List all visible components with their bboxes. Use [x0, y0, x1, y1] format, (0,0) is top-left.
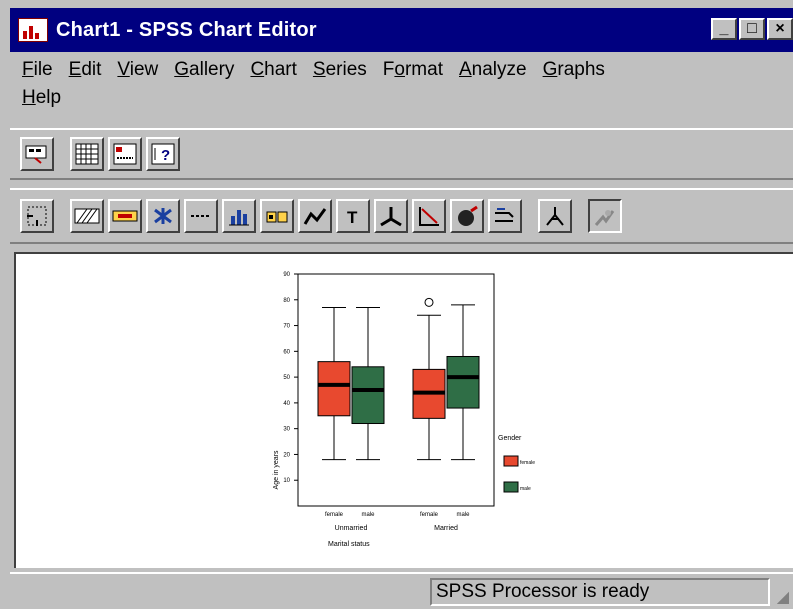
text-icon: T — [347, 208, 358, 226]
window-title: Chart1 - SPSS Chart Editor — [56, 18, 317, 41]
x-category-label: Unmarried — [335, 525, 368, 532]
legend-title: Gender — [498, 435, 522, 442]
x-series-label: male — [456, 512, 470, 518]
select-icon — [27, 206, 47, 226]
legend-swatch-male — [503, 481, 519, 493]
status-bar: SPSS Processor is ready ◢ — [10, 572, 793, 609]
interpolation-icon — [303, 208, 327, 225]
help-button[interactable]: ? — [146, 137, 180, 171]
chart-toolbar-top: ? — [10, 128, 793, 180]
title-bar: Chart1 - SPSS Chart Editor _ □ × — [10, 8, 793, 52]
svg-text:?: ? — [161, 147, 170, 164]
label-icon — [266, 211, 288, 223]
box-male — [351, 366, 385, 425]
rotate-3d-button[interactable] — [450, 199, 484, 233]
x-series-label: female — [325, 512, 344, 518]
svg-text:T: T — [347, 208, 358, 226]
menu-edit[interactable]: Edit — [69, 59, 102, 81]
boxplot-chart[interactable]: 10 20 30 40 50 60 70 80 90 Age in years female male… — [16, 254, 793, 568]
chart-canvas[interactable]: 10 20 30 40 50 60 70 80 90 Age in years female male… — [14, 252, 793, 568]
x-series-label: male — [361, 512, 375, 518]
y-tick-label: 90 — [283, 272, 290, 278]
help-icon: ? — [151, 143, 175, 165]
color-button[interactable] — [108, 199, 142, 233]
reference-line-icon — [419, 207, 439, 226]
data-editor-button[interactable] — [20, 137, 54, 171]
fill-pattern-button[interactable] — [70, 199, 104, 233]
axis-icon — [380, 207, 402, 227]
y-tick-label: 50 — [283, 375, 290, 381]
spin-icon — [546, 207, 564, 226]
y-tick-label: 20 — [283, 452, 290, 458]
menu-bar: File Edit View Gallery Chart Series Format Anal… — [10, 56, 793, 122]
select-button[interactable] — [20, 199, 54, 233]
spss-chart-icon — [18, 18, 48, 42]
y-tick-label: 60 — [283, 349, 290, 355]
y-tick-label: 40 — [283, 401, 290, 407]
x-series-label: female — [420, 512, 439, 518]
bar-style-button[interactable] — [222, 199, 256, 233]
grid-button[interactable] — [70, 137, 104, 171]
box-male — [446, 355, 480, 409]
legend-label-male: male — [520, 486, 531, 492]
minimize-button[interactable]: _ — [711, 18, 737, 40]
minimize-icon: _ — [719, 20, 729, 37]
close-button[interactable]: × — [767, 18, 793, 40]
fill-pattern-icon — [74, 208, 100, 224]
swap-axes-icon — [495, 208, 514, 222]
resize-grip-icon[interactable]: ◢ — [777, 587, 789, 607]
menu-graphs[interactable]: Graphs — [543, 59, 605, 81]
marker-button[interactable] — [146, 199, 180, 233]
y-tick-label: 30 — [283, 427, 290, 433]
menu-series[interactable]: Series — [313, 59, 367, 81]
text-button[interactable]: T — [336, 199, 370, 233]
menu-help[interactable]: Help — [22, 87, 61, 109]
y-tick-label: 10 — [283, 478, 290, 484]
marker-icon — [154, 208, 172, 224]
y-tick-label: 70 — [283, 324, 290, 330]
explode-icon — [594, 210, 615, 226]
line-style-button[interactable] — [184, 199, 218, 233]
bar-style-icon — [229, 210, 249, 226]
menu-chart[interactable]: Chart — [250, 59, 296, 81]
line-style-icon — [191, 215, 211, 217]
box-female — [317, 361, 351, 417]
grid-icon — [75, 143, 99, 165]
reference-line-button[interactable] — [412, 199, 446, 233]
legend-icon — [113, 143, 137, 165]
swap-axes-button[interactable] — [488, 199, 522, 233]
menu-format[interactable]: Format — [383, 59, 443, 81]
menu-file[interactable]: File — [22, 59, 53, 81]
y-axis-label: Age in years — [273, 450, 280, 489]
menu-gallery[interactable]: Gallery — [174, 59, 234, 81]
close-icon: × — [775, 20, 785, 37]
interpolation-button[interactable] — [298, 199, 332, 233]
maximize-icon: □ — [747, 20, 757, 37]
chart-toolbar-bottom: T — [10, 188, 793, 244]
label-button[interactable] — [260, 199, 294, 233]
x-axis-label: Marital status — [328, 541, 370, 548]
maximize-button[interactable]: □ — [739, 18, 765, 40]
menu-view[interactable]: View — [117, 59, 158, 81]
spin-button[interactable] — [538, 199, 572, 233]
legend-swatch-female — [503, 455, 519, 467]
explode-button[interactable] — [588, 199, 622, 233]
color-icon — [112, 210, 138, 222]
x-category-label: Married — [434, 525, 458, 532]
status-text: SPSS Processor is ready — [430, 578, 770, 606]
data-editor-icon — [25, 145, 47, 164]
y-tick-label: 80 — [283, 298, 290, 304]
legend-label-female: female — [520, 460, 535, 466]
menu-analyze[interactable]: Analyze — [459, 59, 527, 81]
legend-button[interactable] — [108, 137, 142, 171]
axis-button[interactable] — [374, 199, 408, 233]
rotate-3d-icon — [458, 205, 478, 226]
